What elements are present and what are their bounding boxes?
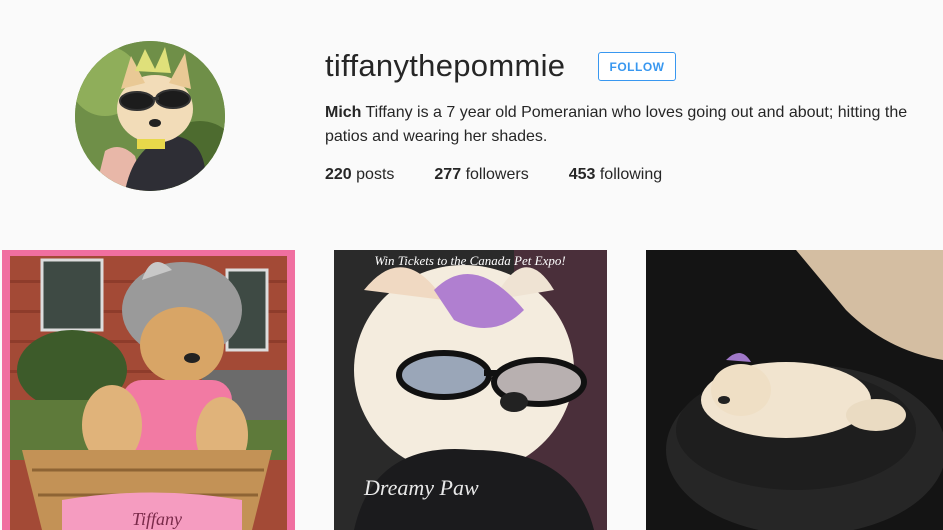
profile-username: tiffanythepommie [325,48,566,83]
following-count: 453 [568,166,596,183]
bio-text: Tiffany is a 7 year old Pomeranian who l… [325,104,908,145]
posts-count: 220 [325,166,352,183]
following-stat[interactable]: 453 following [569,163,662,187]
profile-avatar[interactable] [75,41,225,191]
post-banner-text: Win Tickets to the Canada Pet Expo! [374,253,565,268]
followers-label: followers [465,166,529,183]
profile-full-name: Mich [325,104,362,121]
followers-stat[interactable]: 277 followers [434,163,528,187]
posts-label: posts [356,166,395,183]
profile-stats: 220 posts 277 followers 453 following [325,163,702,187]
post-tile-1[interactable]: Tiffany [2,250,295,530]
post-tile-3[interactable] [646,250,943,530]
follow-button[interactable]: FOLLOW [598,52,676,81]
profile-bio: Mich Tiffany is a 7 year old Pomeranian w… [325,101,940,149]
basket-caption: Tiffany [132,509,182,529]
post-tile-2[interactable]: Dreamy Paw Win Tickets to the Canada Pet… [334,250,627,530]
following-label: following [599,166,663,183]
posts-stat: 220 posts [325,163,394,187]
vest-text: Dreamy Paw [363,475,479,500]
followers-count: 277 [434,166,462,183]
